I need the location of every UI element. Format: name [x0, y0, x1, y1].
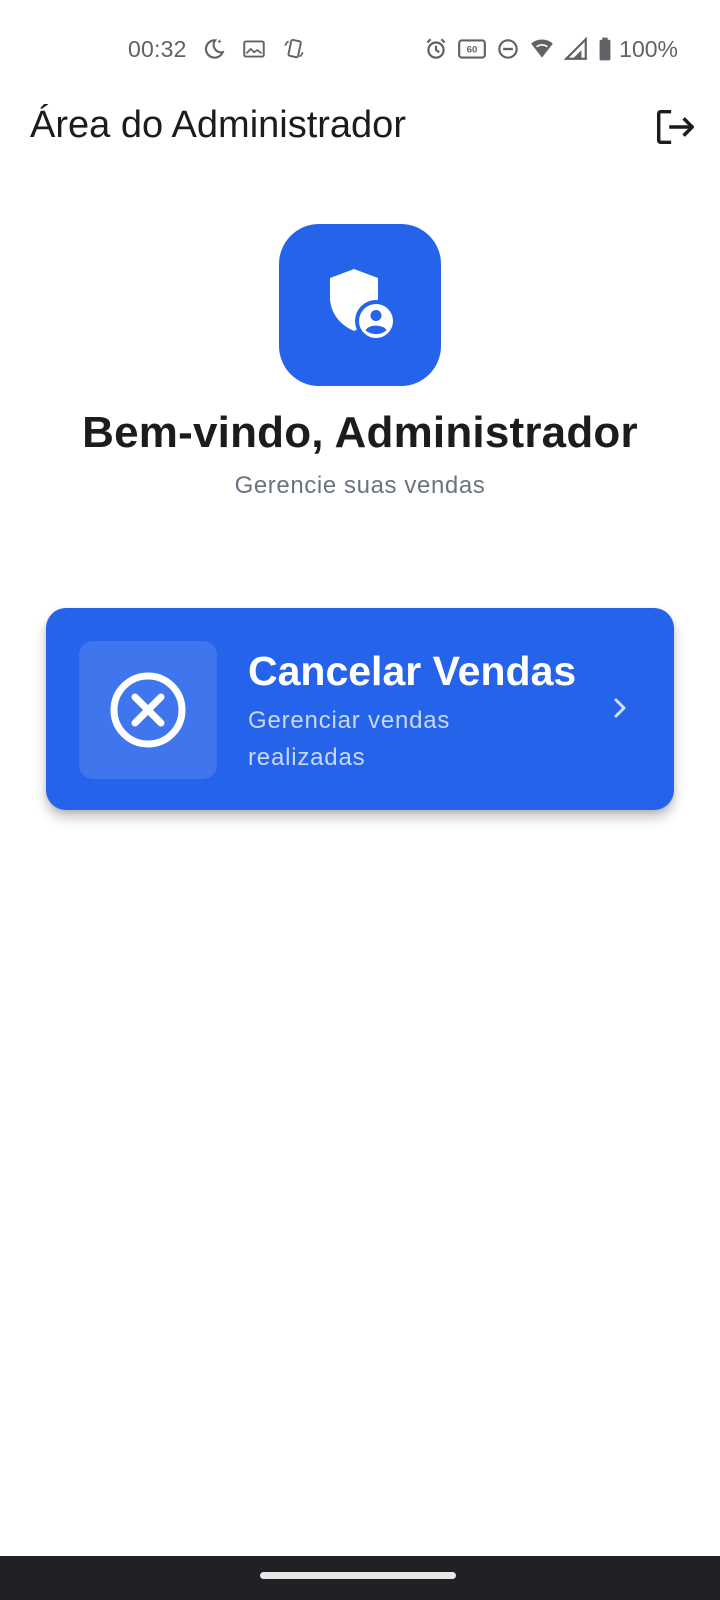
navigation-bar: [0, 1556, 720, 1600]
do-not-disturb-moon-icon: [201, 36, 227, 62]
page-title: Área do Administrador: [30, 104, 406, 146]
wifi-icon: [529, 36, 555, 62]
logout-button[interactable]: [652, 104, 698, 150]
battery-icon: [597, 36, 613, 62]
admin-shield-user-icon: [330, 269, 397, 342]
app-bar: Área do Administrador: [0, 92, 720, 162]
status-right: 60 100%: [423, 34, 678, 64]
alarm-icon: [423, 36, 449, 62]
rotate-phone-icon: [281, 36, 307, 62]
welcome-subtitle: Gerencie suas vendas: [234, 472, 486, 499]
cancel-sales-card[interactable]: Cancelar Vendas Gerenciar vendas realiza…: [46, 608, 674, 810]
refresh-rate-60hz-icon: 60: [457, 36, 487, 62]
card-subtitle: Gerenciar vendas realizadas: [248, 707, 451, 771]
status-left: 00:32: [128, 34, 307, 64]
home-gesture-handle[interactable]: [260, 1572, 456, 1579]
status-bar: 00:32 60 100%: [0, 0, 720, 100]
status-time: 00:32: [128, 35, 187, 62]
signal-icon: [563, 36, 589, 62]
card-icon-container: [79, 641, 217, 779]
welcome-title: Bem-vindo, Administrador: [82, 408, 638, 457]
cancel-circle-x-icon: [110, 672, 186, 748]
gallery-icon: [241, 36, 267, 62]
battery-percentage: 100%: [619, 35, 678, 62]
svg-text:60: 60: [467, 45, 478, 56]
card-title: Cancelar Vendas: [248, 648, 577, 694]
dnd-minus-icon: [495, 36, 521, 62]
logout-icon: [656, 109, 694, 145]
chevron-right-icon: [604, 692, 636, 724]
admin-badge: [279, 224, 441, 386]
